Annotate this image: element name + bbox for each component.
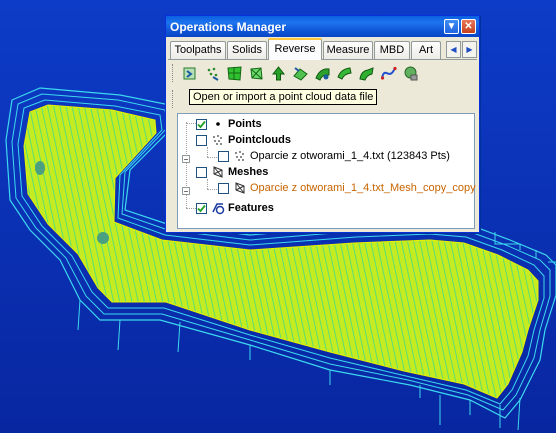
points-checkbox[interactable] xyxy=(196,118,207,130)
tree-item-label: Features xyxy=(228,202,274,214)
tree-item-mesh-file[interactable]: Oparcie z otworami_1_4.txt_Mesh_copy_cop… xyxy=(218,180,476,196)
tree-item-label: Oparcie z otworami_1_4.txt (123843 Pts) xyxy=(250,150,450,162)
tab-toolpaths[interactable]: Toolpaths xyxy=(170,41,226,59)
tree-item-label: Meshes xyxy=(228,166,269,178)
pointcloud-icon xyxy=(233,149,247,163)
mesh-icon xyxy=(211,165,225,179)
mesh-icon xyxy=(233,181,247,195)
tree-connector xyxy=(207,147,208,157)
tab-reverse[interactable]: Reverse xyxy=(268,38,322,60)
tab-scroll-right-icon[interactable]: ▶ xyxy=(462,41,477,58)
tree-item-meshes[interactable]: Meshes xyxy=(196,164,268,180)
toolbar-grip[interactable] xyxy=(172,90,176,108)
fit-plane-icon[interactable] xyxy=(291,64,310,83)
tab-solids[interactable]: Solids xyxy=(227,41,267,59)
tab-scroll-left-icon[interactable]: ◀ xyxy=(446,41,461,58)
mesh-hole xyxy=(97,232,109,244)
tree-item-label: Oparcie z otworami_1_4.txt_Mesh_copy_cop… xyxy=(250,182,476,194)
tree-connector xyxy=(207,179,208,189)
sphere-icon[interactable] xyxy=(401,64,420,83)
mesh-edit-icon[interactable] xyxy=(247,64,266,83)
tree-item-label: Points xyxy=(228,118,262,130)
pointcloud-file-checkbox[interactable] xyxy=(218,150,229,162)
tooltip: Open or import a point cloud data file xyxy=(189,89,378,105)
spline-icon[interactable] xyxy=(379,64,398,83)
shape-icon[interactable] xyxy=(335,64,354,83)
tree-connector xyxy=(207,189,217,190)
expand-pointclouds-button[interactable]: − xyxy=(182,155,190,164)
import-pointcloud-icon[interactable] xyxy=(181,64,200,83)
reverse-toolbar xyxy=(172,61,420,85)
secondary-toolbar xyxy=(172,89,178,109)
tree-item-pointclouds[interactable]: Pointclouds xyxy=(196,132,291,148)
window-titlebar[interactable]: Operations Manager ▼ ✕ xyxy=(166,16,479,37)
tree-item-pointcloud-file[interactable]: Oparcie z otworami_1_4.txt (123843 Pts) xyxy=(218,148,450,164)
tree-item-features[interactable]: Features xyxy=(196,200,274,216)
tab-scroll-buttons: ◀ ▶ xyxy=(446,41,477,58)
tree-item-label: Pointclouds xyxy=(228,134,291,146)
tree-item-points[interactable]: Points xyxy=(196,116,262,132)
features-checkbox[interactable] xyxy=(196,202,207,214)
meshes-checkbox[interactable] xyxy=(196,166,207,178)
tab-mbd[interactable]: MBD xyxy=(374,41,410,59)
point-icon xyxy=(211,117,225,131)
tree-connector xyxy=(207,157,217,158)
tab-measure[interactable]: Measure xyxy=(323,41,373,59)
chevron-down-icon[interactable]: ▼ xyxy=(444,19,459,34)
mesh-file-checkbox[interactable] xyxy=(218,182,229,194)
curve-green-icon[interactable] xyxy=(357,64,376,83)
pointclouds-checkbox[interactable] xyxy=(196,134,207,146)
tab-bar: Toolpaths Solids Reverse Measure MBD Art… xyxy=(166,38,479,60)
operations-manager-window[interactable]: Operations Manager ▼ ✕ Toolpaths Solids … xyxy=(165,15,480,233)
surface-fit-icon[interactable] xyxy=(313,64,332,83)
pointcloud-filter-icon[interactable] xyxy=(203,64,222,83)
arrow-up-icon[interactable] xyxy=(269,64,288,83)
operations-tree[interactable]: − − Points Pointclouds Oparcie z otworam… xyxy=(177,113,476,229)
mesh-hole xyxy=(35,161,45,175)
features-icon xyxy=(211,201,225,215)
expand-meshes-button[interactable]: − xyxy=(182,187,190,196)
pointcloud-icon xyxy=(211,133,225,147)
mesh-create-icon[interactable] xyxy=(225,64,244,83)
toolbar-grip[interactable] xyxy=(172,64,176,82)
tab-art[interactable]: Art xyxy=(411,41,441,59)
close-icon[interactable]: ✕ xyxy=(461,19,476,34)
window-title: Operations Manager xyxy=(170,19,287,34)
